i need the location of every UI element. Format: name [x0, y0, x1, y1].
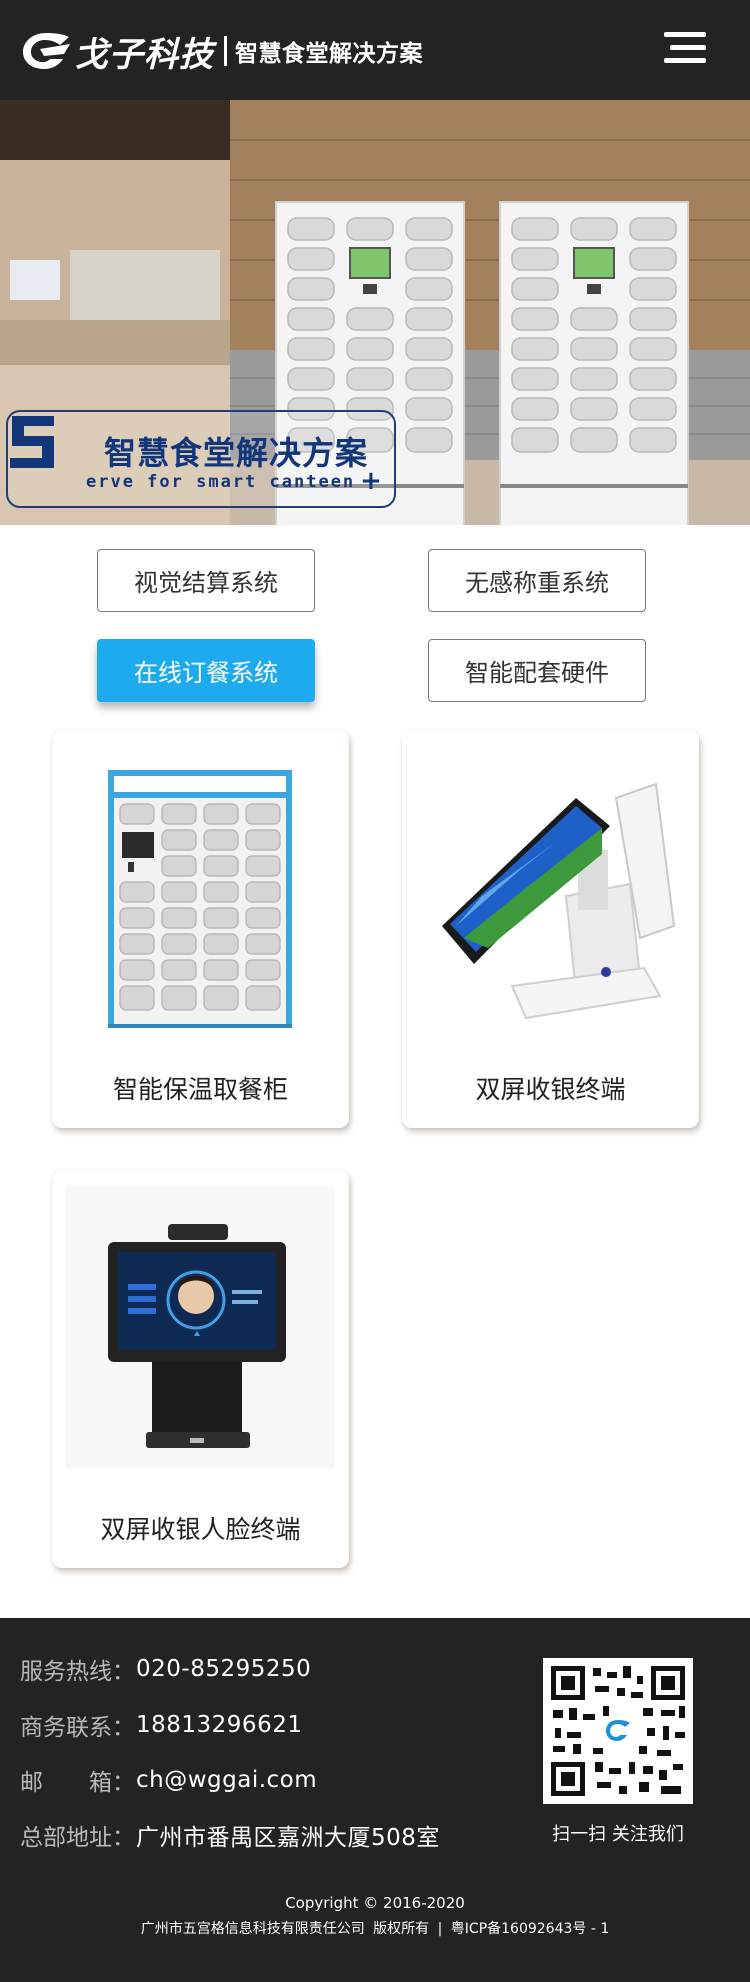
hotline-number[interactable]: 020-85295250: [136, 1656, 311, 1682]
footer-separator: |: [437, 1921, 443, 1937]
banner-subtitle: erve for smart canteen: [86, 472, 356, 492]
site-header: 戈子科技 智慧食堂解决方案: [0, 0, 750, 100]
banner-plus-mark: +: [360, 466, 382, 496]
product-name: 双屏收银终端: [475, 1075, 626, 1104]
menu-bar: [670, 45, 706, 50]
copyright-text: Copyright © 2016-2020: [285, 1894, 465, 1912]
brand-name: 戈子科技: [74, 34, 214, 75]
face-recognition-terminal-image: [66, 1186, 334, 1468]
address-text: 广州市番禺区嘉洲大厦508室: [136, 1825, 440, 1851]
contact-label: 总部地址：: [20, 1825, 135, 1851]
product-name: 智能保温取餐柜: [112, 1075, 288, 1104]
company-name: 广州市五宫格信息科技有限责任公司: [140, 1921, 365, 1937]
brand-logo[interactable]: 戈子科技 智慧食堂解决方案: [20, 26, 423, 76]
product-card[interactable]: 智能保温取餐柜: [52, 730, 349, 1128]
tab-smart-hardware[interactable]: 智能配套硬件: [428, 639, 646, 702]
icp-link[interactable]: 粤ICP备16092643号 - 1: [451, 1921, 609, 1937]
banner-title-box: 智慧食堂解决方案 erve for smart canteen +: [6, 410, 396, 508]
menu-bar: [664, 58, 706, 63]
food-locker-cabinet-image: [66, 746, 334, 1028]
brand-tagline: 智慧食堂解决方案: [235, 41, 423, 67]
contact-label: 邮 箱：: [20, 1770, 135, 1796]
tab-online-ordering[interactable]: 在线订餐系统: [97, 639, 315, 702]
contact-address: 总部地址： 广州市番禺区嘉洲大厦508室: [20, 1818, 440, 1852]
product-card[interactable]: 双屏收银终端: [402, 730, 699, 1128]
tab-visual-checkout[interactable]: 视觉结算系统: [97, 549, 315, 612]
site-footer: 服务热线： 020-85295250 商务联系： 18813296621 邮 箱…: [0, 1618, 750, 1982]
business-phone[interactable]: 18813296621: [136, 1712, 302, 1738]
hamburger-menu-icon[interactable]: [664, 32, 706, 64]
contact-label: 服务热线：: [20, 1659, 135, 1685]
rights-text: 版权所有: [373, 1921, 430, 1937]
qr-code-icon: [543, 1658, 693, 1804]
product-card[interactable]: 双屏收银人脸终端: [52, 1170, 349, 1568]
company-info: 广州市五宫格信息科技有限责任公司 版权所有 | 粤ICP备16092643号 -…: [0, 1918, 750, 1938]
contact-hotline: 服务热线： 020-85295250: [20, 1652, 311, 1686]
contact-label: 商务联系：: [20, 1715, 135, 1741]
menu-bar: [664, 32, 706, 37]
brand-logo-icon: [23, 33, 70, 69]
qr-caption: 扫一扫 关注我们: [552, 1824, 684, 1845]
banner-s-logo-icon: [10, 416, 54, 468]
contact-email: 邮 箱： ch@wggai.com: [20, 1763, 317, 1797]
tab-weighing-system[interactable]: 无感称重系统: [428, 549, 646, 612]
email-link[interactable]: ch@wggai.com: [136, 1767, 317, 1793]
contact-business: 商务联系： 18813296621: [20, 1708, 302, 1742]
hero-banner: 智慧食堂解决方案 erve for smart canteen +: [0, 100, 750, 525]
product-name: 双屏收银人脸终端: [100, 1515, 301, 1544]
banner-title: 智慧食堂解决方案: [104, 434, 369, 472]
logo-divider: [224, 36, 227, 66]
dual-screen-pos-image: [416, 746, 684, 1028]
